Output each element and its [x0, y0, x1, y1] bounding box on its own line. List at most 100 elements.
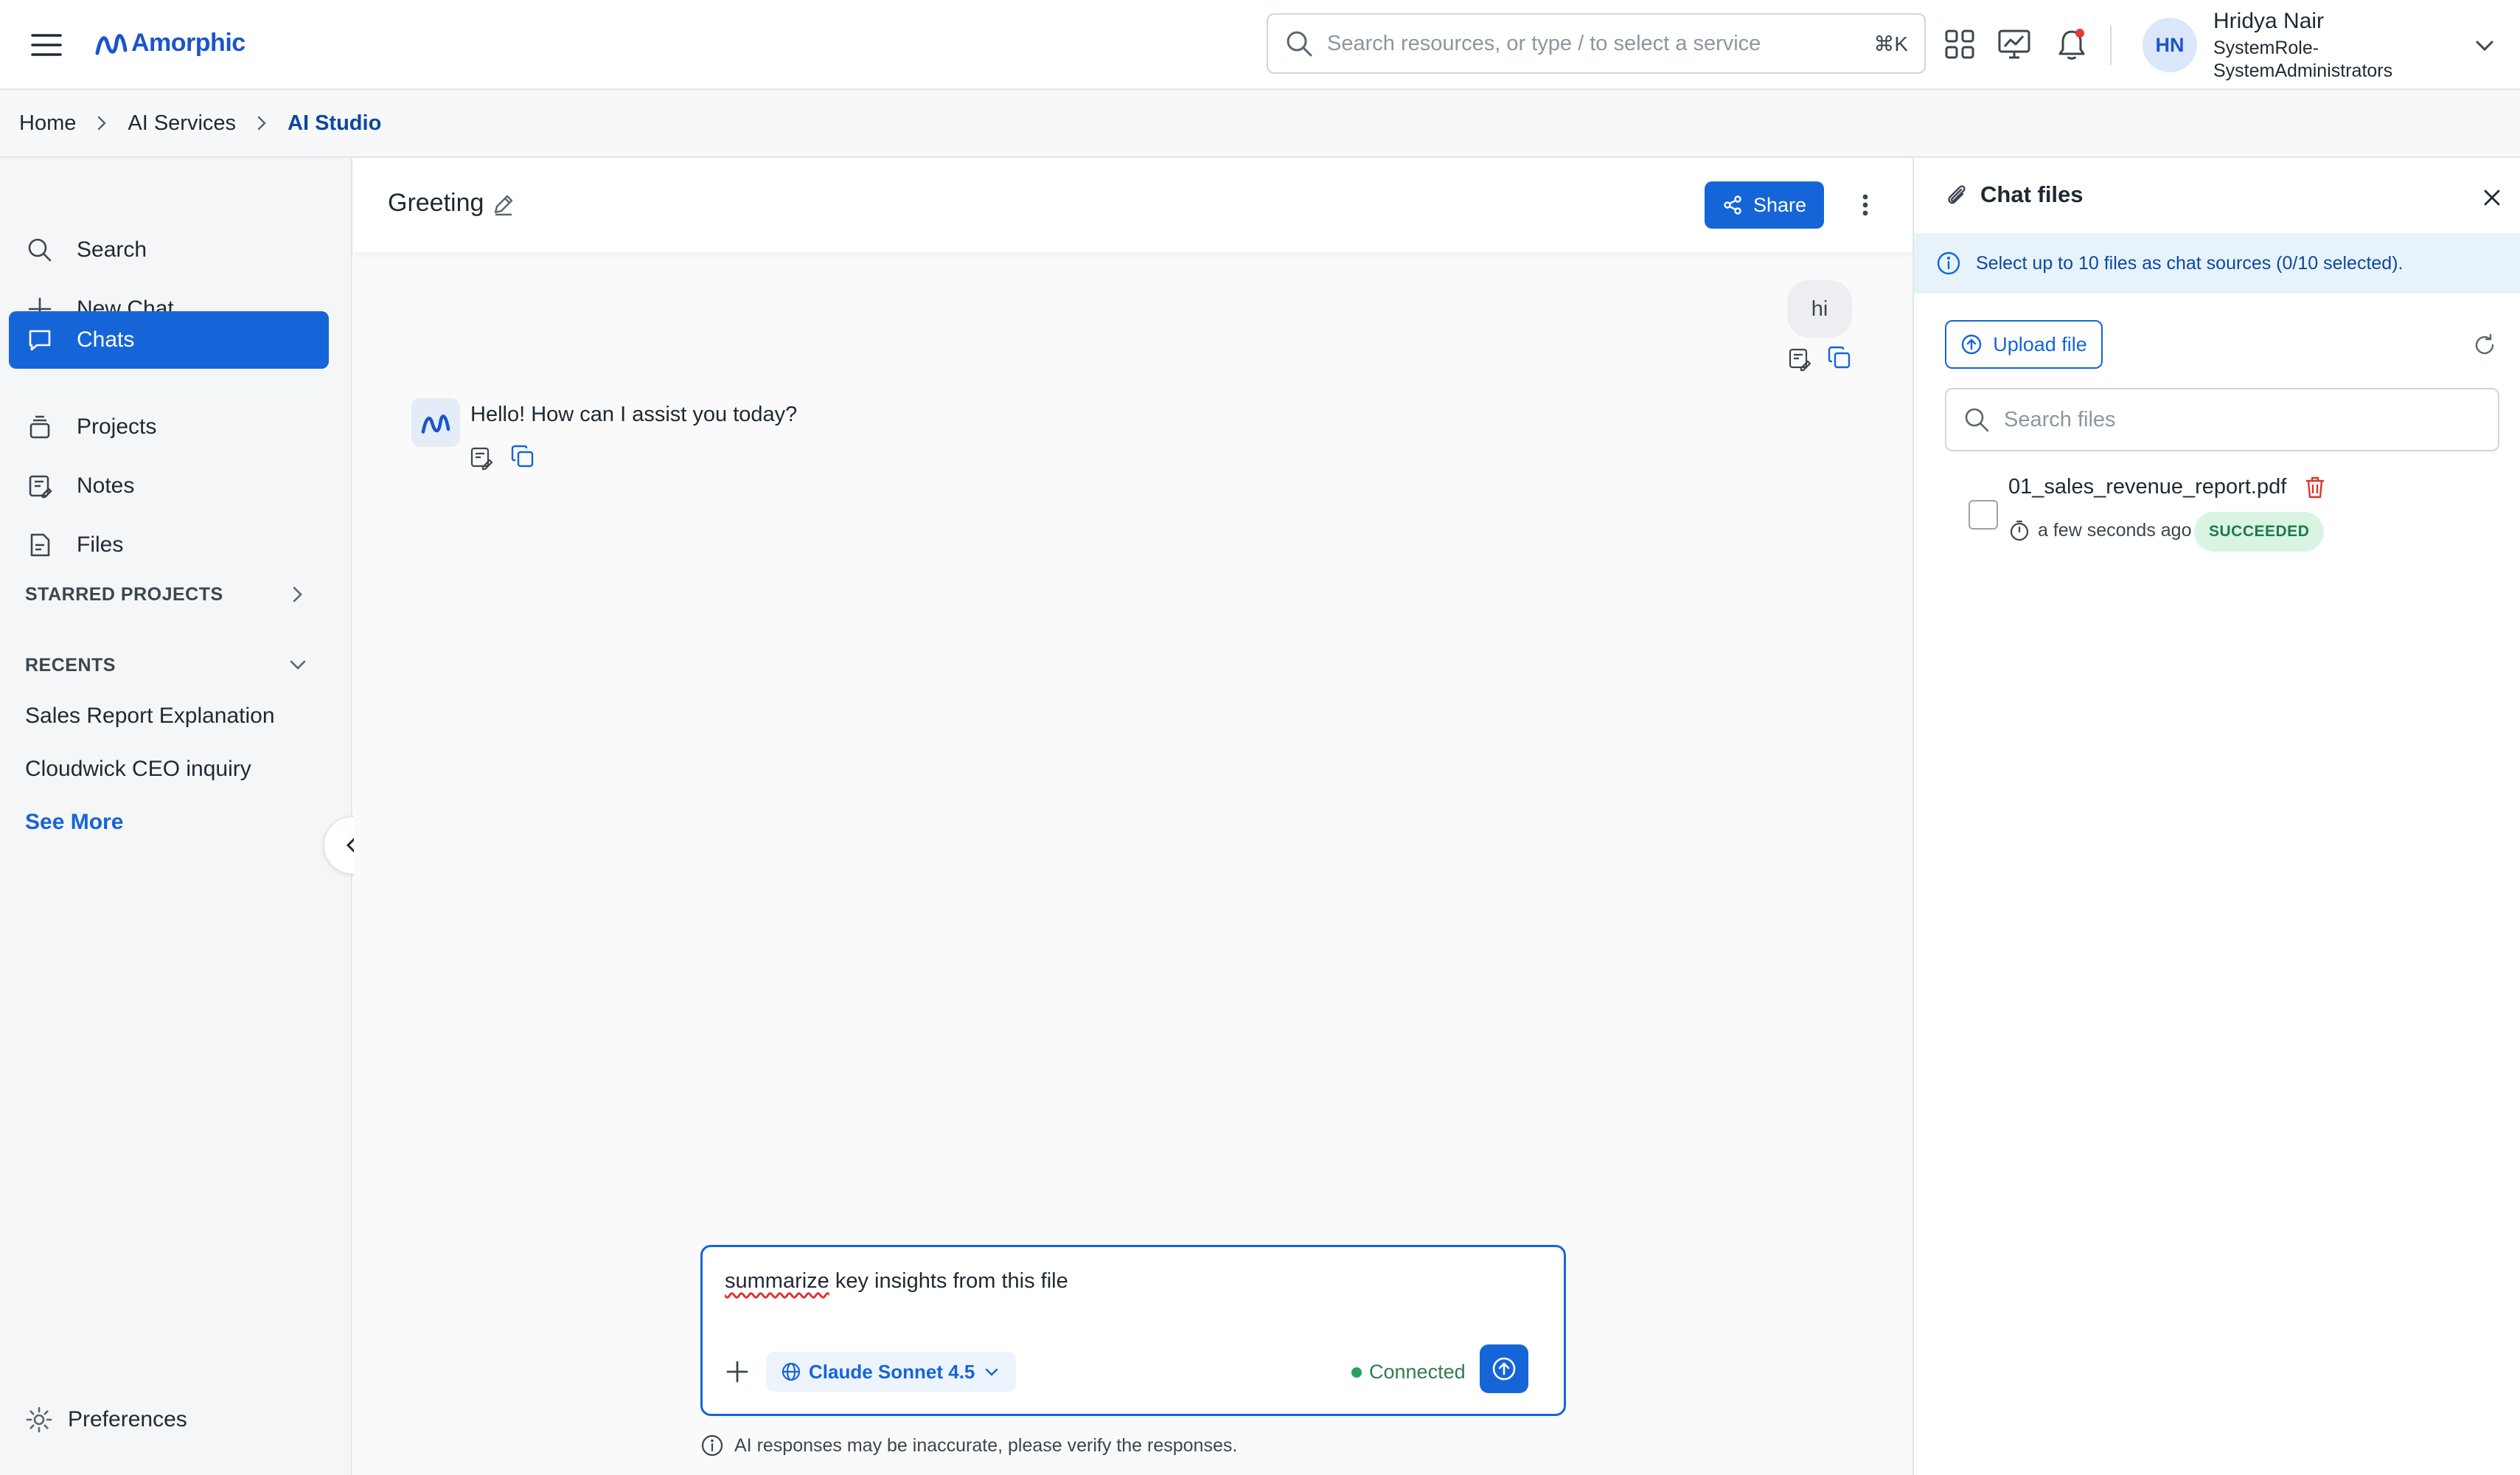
attach-plus-icon[interactable] [722, 1356, 753, 1387]
chevron-down-icon [986, 1368, 998, 1376]
model-selector[interactable]: Claude Sonnet 4.5 [766, 1352, 1017, 1392]
share-label: Share [1752, 193, 1807, 216]
chevron-right-icon [257, 116, 266, 131]
top-bar: Amorphic ⌘K HN Hridya Nair SystemRole-Sy… [0, 0, 2520, 90]
file-search-input[interactable] [2004, 407, 2482, 432]
assistant-avatar [411, 398, 460, 447]
chat-area: Greeting Share hi Hello! How can I assis… [354, 158, 1912, 1475]
file-search-box[interactable] [1945, 388, 2499, 451]
sidebar-item-notes[interactable]: Notes [9, 457, 329, 515]
analytics-icon[interactable] [1994, 24, 2035, 65]
logo-icon [421, 414, 450, 434]
ai-disclaimer: AI responses may be inaccurate, please v… [700, 1434, 1237, 1457]
app-logo[interactable]: Amorphic [94, 22, 246, 63]
search-icon [1965, 408, 1989, 432]
preferences-button[interactable]: Preferences [25, 1406, 187, 1434]
timer-icon [2010, 520, 2029, 541]
status-badge: SUCCEEDED [2194, 512, 2325, 552]
add-to-notes-icon[interactable] [1787, 347, 1812, 372]
chat-files-panel: Chat files Select up to 10 files as chat… [1912, 158, 2520, 1475]
sidebar-item-label: Search [77, 237, 147, 262]
chevron-down-icon[interactable] [285, 652, 311, 678]
breadcrumb: Home AI Services AI Studio [0, 90, 2520, 158]
user-message-bubble: hi [1787, 280, 1852, 338]
file-name: 01_sales_revenue_report.pdf [2008, 475, 2287, 499]
message-composer[interactable]: summarize key insights from this file Cl… [700, 1245, 1566, 1416]
status-dot [1351, 1367, 1362, 1378]
sidebar: Search New Chat Chats Projects Notes Fil… [0, 158, 352, 1475]
chevron-right-icon[interactable] [285, 581, 311, 608]
delete-trash-icon[interactable] [2303, 475, 2327, 500]
copy-icon[interactable] [1827, 345, 1852, 370]
sidebar-item-label: Projects [77, 414, 157, 439]
gear-icon [26, 1406, 52, 1433]
breadcrumb-ai-services[interactable]: AI Services [128, 111, 236, 136]
sidebar-item-label: Notes [77, 473, 135, 498]
send-arrow-icon [1492, 1357, 1516, 1381]
sidebar-item-chats[interactable]: Chats [9, 311, 329, 369]
more-options-icon[interactable] [1851, 190, 1880, 220]
logo-text: Amorphic [131, 28, 246, 57]
sidebar-item-label: Chats [77, 327, 135, 352]
apps-grid-icon[interactable] [1939, 24, 1980, 65]
recents-title: RECENTS [25, 655, 116, 676]
disclaimer-text: AI responses may be inaccurate, please v… [734, 1434, 1238, 1456]
breadcrumb-home[interactable]: Home [19, 111, 76, 136]
chevron-down-icon[interactable] [2470, 31, 2499, 60]
note-icon [29, 475, 52, 499]
upload-icon [1962, 334, 1982, 355]
refresh-icon[interactable] [2471, 332, 2498, 358]
message-input-first-word: summarize [725, 1269, 829, 1293]
file-selection-info-text: Select up to 10 files as chat sources (0… [1976, 252, 2404, 274]
model-name: Claude Sonnet 4.5 [809, 1360, 975, 1383]
chat-title: Greeting [388, 189, 484, 217]
message-input[interactable]: summarize key insights from this file [725, 1269, 1536, 1306]
recent-chat-item[interactable]: Sales Report Explanation [25, 704, 275, 729]
search-shortcut: ⌘K [1873, 32, 1908, 55]
assistant-message-text: Hello! How can I assist you today? [470, 403, 798, 426]
share-icon [1724, 195, 1741, 215]
user-avatar[interactable]: HN [2143, 18, 2197, 72]
chevron-right-icon [98, 116, 107, 131]
file-selection-info: Select up to 10 files as chat sources (0… [1914, 233, 2520, 294]
panel-title: Chat files [1980, 181, 2084, 207]
sidebar-item-projects[interactable]: Projects [9, 398, 329, 456]
recent-chat-item[interactable]: Cloudwick CEO inquiry [25, 757, 251, 782]
file-meta: a few seconds ago [2008, 519, 2191, 541]
sidebar-item-label: Files [77, 532, 124, 557]
user-message-text: hi [1811, 296, 1828, 321]
sidebar-item-files[interactable]: Files [9, 516, 329, 574]
chat-header: Greeting Share [354, 158, 1912, 252]
global-search-box[interactable]: ⌘K [1267, 13, 1926, 74]
starred-projects-title: STARRED PROJECTS [25, 584, 223, 605]
file-select-checkbox[interactable] [1969, 500, 1998, 530]
message-input-rest: key insights from this file [829, 1269, 1068, 1293]
upload-file-button[interactable]: Upload file [1945, 320, 2103, 369]
panel-header: Chat files [1943, 181, 2084, 208]
file-icon [30, 533, 50, 557]
send-button[interactable] [1480, 1344, 1528, 1393]
global-search-input[interactable] [1327, 31, 1874, 56]
copy-icon[interactable] [510, 444, 535, 469]
connection-status-label: Connected [1369, 1361, 1466, 1383]
add-to-notes-icon[interactable] [469, 445, 494, 471]
upload-file-label: Upload file [1993, 333, 2087, 355]
chat-icon [29, 330, 51, 351]
file-upload-time: a few seconds ago [2038, 519, 2192, 541]
divider [2110, 25, 2112, 65]
connection-status: Connected [1351, 1361, 1466, 1384]
edit-pencil-icon[interactable] [491, 192, 516, 217]
search-icon [28, 238, 52, 262]
logo-icon [95, 34, 128, 55]
notifications-bell-icon[interactable] [2051, 24, 2092, 65]
see-more-link[interactable]: See More [25, 810, 123, 835]
close-icon[interactable] [2479, 184, 2505, 211]
share-button[interactable]: Share [1705, 181, 1824, 229]
globe-icon [782, 1362, 801, 1381]
preferences-label: Preferences [68, 1407, 187, 1431]
user-name: Hridya Nair [2213, 9, 2325, 33]
stack-icon [29, 415, 50, 439]
menu-icon[interactable] [28, 27, 65, 63]
sidebar-item-search[interactable]: Search [9, 221, 329, 279]
breadcrumb-ai-studio: AI Studio [288, 111, 382, 135]
